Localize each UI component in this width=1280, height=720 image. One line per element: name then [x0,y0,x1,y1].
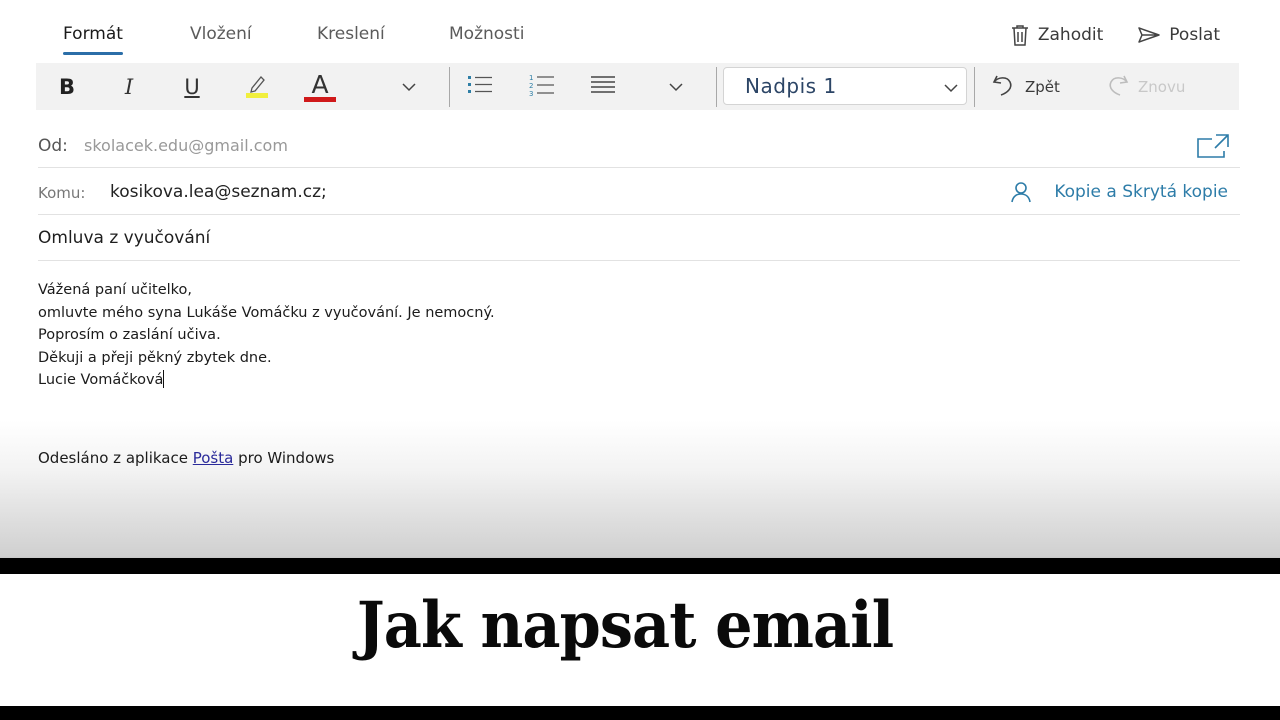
subject-row: Omluva z vyučování [38,222,1240,261]
mail-app-link[interactable]: Pošta [193,449,234,467]
italic-glyph: I [124,74,134,99]
discard-button[interactable]: Zahodit [1010,24,1103,46]
banner-title: Jak napsat email [356,588,894,663]
font-color-icon: A [303,69,337,102]
more-paragraph-options-button[interactable] [661,63,691,110]
body-line-last: Lucie Vomáčková [38,369,495,392]
font-color-swatch [304,96,336,102]
banner-bottom-band [0,706,1280,720]
discard-label: Zahodit [1037,25,1104,45]
banner-top-band [0,558,1280,574]
send-button[interactable]: Poslat [1137,25,1220,45]
paragraph-style-select[interactable]: Nadpis 1 [723,67,967,105]
body-line: Lucie Vomáčková [38,372,164,388]
align-left-icon [589,74,617,100]
chevron-down-icon [402,77,416,96]
italic-button[interactable]: I [112,63,146,110]
bold-button[interactable]: B [50,63,84,110]
chevron-down-icon [669,77,683,96]
paragraph-style-value: Nadpis 1 [745,74,837,98]
toolbar-divider [449,67,450,107]
body-line: Děkuji a přeji pěkný zbytek dne. [38,349,272,366]
tab-options[interactable]: Možnosti [449,24,524,44]
redo-label: Znovu [1138,77,1186,96]
toolbar-divider [974,67,975,107]
to-input[interactable]: kosikova.lea@seznam.cz; [110,182,327,202]
popout-icon[interactable] [1196,133,1230,163]
body-line: Vážená paní učitelko, [38,282,192,298]
underline-button[interactable]: U [175,63,209,110]
send-label: Poslat [1169,25,1220,45]
top-actions: Zahodit Poslat [1010,24,1220,46]
body-line: omluvte mého syna Lukáše Vomáčku z vyučo… [38,304,495,321]
from-row: Od: skolacek.edu@gmail.com [38,128,1240,168]
underline-glyph: U [184,74,200,99]
to-row: Komu: kosikova.lea@seznam.cz; Kopie a Sk… [38,175,1240,215]
font-color-button[interactable]: A [300,63,340,110]
undo-button[interactable]: Zpět [991,63,1071,110]
cc-bcc-button[interactable]: Kopie a Skrytá kopie [1010,181,1228,203]
cc-bcc-label: Kopie a Skrytá kopie [1054,182,1228,202]
font-color-glyph: A [311,69,329,99]
highlighter-icon [241,70,271,104]
toolbar-divider [716,67,717,107]
signature: Odesláno z aplikace Pošta pro Windows [38,449,334,467]
highlight-button[interactable] [236,63,276,110]
numbered-list-icon: 1 2 3 [528,73,556,101]
send-icon [1137,26,1161,44]
signature-suffix: pro Windows [233,449,335,467]
svg-text:3: 3 [529,90,533,97]
redo-button[interactable]: Znovu [1104,63,1186,110]
undo-label: Zpět [1025,77,1060,96]
person-icon [1011,182,1032,203]
tab-draw[interactable]: Kreslení [317,24,385,44]
undo-icon [991,73,1017,101]
bullet-list-icon [466,74,494,100]
tab-format[interactable]: Formát [63,24,123,55]
format-toolbar: B I U A 1 2 3 Nadpis 1 Zpět Znovu [36,63,1239,110]
subject-input[interactable]: Omluva z vyučování [38,228,210,248]
bold-glyph: B [58,74,75,99]
from-label: Od: [38,136,68,156]
redo-icon [1104,73,1130,101]
bullet-list-button[interactable] [463,63,497,110]
numbered-list-button[interactable]: 1 2 3 [525,63,559,110]
from-address[interactable]: skolacek.edu@gmail.com [84,136,288,155]
tab-insert[interactable]: Vložení [190,24,252,44]
signature-prefix: Odesláno z aplikace [38,449,193,467]
svg-text:1: 1 [529,74,533,82]
to-label: Komu: [38,184,86,202]
trash-icon [1010,24,1030,46]
body-line: Poprosím o zaslání učiva. [38,327,221,343]
svg-text:2: 2 [529,82,533,90]
chevron-down-icon [944,78,958,97]
mail-compose-window: Formát Vložení Kreslení Možnosti Zahodit… [0,0,1280,558]
align-button[interactable] [586,63,620,110]
text-cursor [163,370,165,388]
more-font-options-button[interactable] [394,63,424,110]
message-body[interactable]: Vážená paní učitelko, omluvte mého syna … [38,279,495,392]
